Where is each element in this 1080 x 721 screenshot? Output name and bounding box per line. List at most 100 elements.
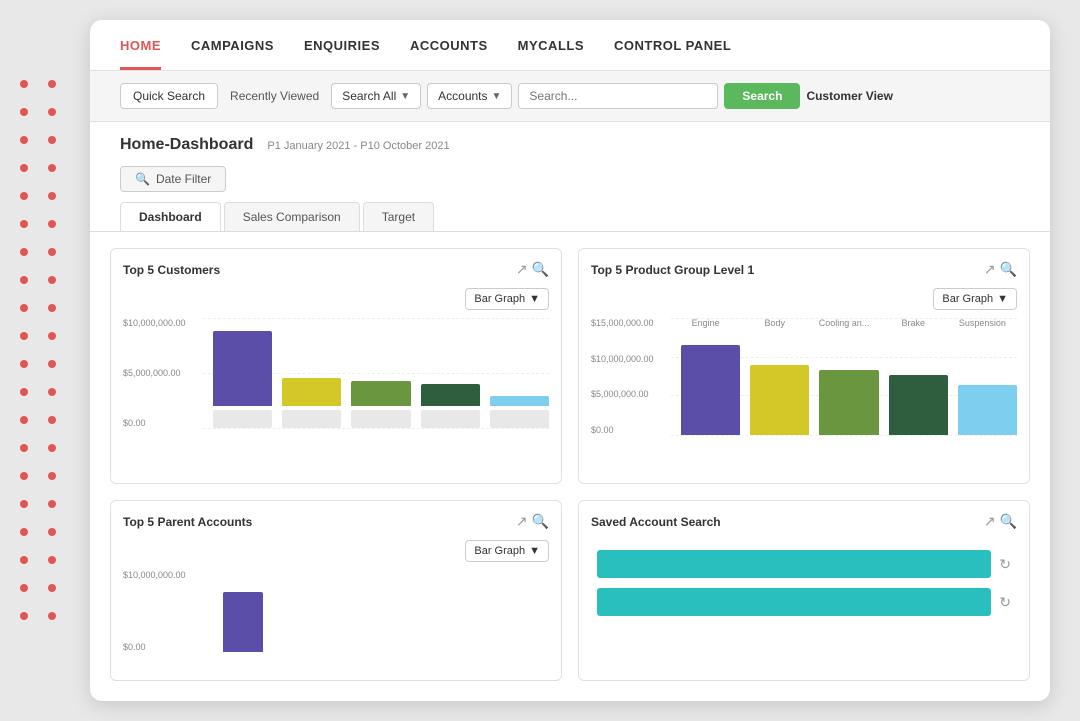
nav-home[interactable]: HOME: [120, 38, 161, 70]
recently-viewed-button[interactable]: Recently Viewed: [224, 84, 325, 108]
search-input[interactable]: [529, 89, 707, 103]
bar-chart-parent: $10,000,000.00 $0.00: [123, 570, 549, 660]
dot-4: [20, 136, 28, 144]
search-input-wrap: [518, 83, 718, 109]
y-label-3-product: $5,000,000.00: [591, 389, 654, 399]
tab-target[interactable]: Target: [363, 202, 434, 231]
bars-product: [671, 318, 1017, 463]
bar-1: [282, 378, 341, 406]
bar-label-2: [351, 410, 410, 428]
chart-type-product: Bar Graph ▼: [591, 288, 1017, 310]
y-label-top-customers: $10,000,000.00: [123, 318, 186, 328]
y-label-bot-customers: $0.00: [123, 418, 186, 428]
chart-icon-arrow-product[interactable]: ↗: [984, 261, 996, 278]
bar-label-3: [421, 410, 480, 428]
y-axis-parent: $10,000,000.00 $0.00: [123, 570, 186, 660]
dot-17: [48, 304, 56, 312]
y-label-2-product: $10,000,000.00: [591, 354, 654, 364]
accounts-label: Accounts: [438, 89, 487, 103]
dot-5: [48, 136, 56, 144]
nav-control-panel[interactable]: CONTROL PANEL: [614, 38, 731, 70]
dot-6: [20, 164, 28, 172]
dot-29: [48, 472, 56, 480]
nav-campaigns[interactable]: CAMPAIGNS: [191, 38, 274, 70]
bar-0: [213, 331, 272, 406]
chart-title-product: Top 5 Product Group Level 1: [591, 263, 754, 277]
chart-type-dropdown-customers[interactable]: Bar Graph ▼: [465, 288, 549, 310]
chart-icon-arrow-saved[interactable]: ↗: [984, 513, 996, 530]
search-all-dropdown[interactable]: Search All ▼: [331, 83, 421, 109]
dot-15: [48, 276, 56, 284]
bar-chart-customers: $10,000,000.00 $5,000,000.00 $0.00: [123, 318, 549, 448]
dashboard-title: Home-Dashboard: [120, 136, 253, 154]
refresh-icon-1[interactable]: ↻: [999, 594, 1011, 611]
bar-prod-2: [819, 370, 878, 435]
bars-customers: [203, 318, 549, 448]
dot-19: [48, 332, 56, 340]
quick-search-button[interactable]: Quick Search: [120, 83, 218, 109]
refresh-icon-0[interactable]: ↻: [999, 556, 1011, 573]
chart-icon-arrow-parent[interactable]: ↗: [516, 513, 528, 530]
dot-36: [20, 584, 28, 592]
chart-title-customers: Top 5 Customers: [123, 263, 220, 277]
dot-34: [20, 556, 28, 564]
tab-sales-comparison[interactable]: Sales Comparison: [224, 202, 360, 231]
dot-39: [48, 612, 56, 620]
dot-9: [48, 192, 56, 200]
y-label-mid-customers: $5,000,000.00: [123, 368, 186, 378]
chart-top-customers: Top 5 Customers ↗ 🔍 Bar Graph ▼ $10,000,…: [110, 248, 562, 484]
chart-grid: Top 5 Customers ↗ 🔍 Bar Graph ▼ $10,000,…: [90, 248, 1050, 701]
chart-icon-zoom-customers[interactable]: 🔍: [532, 261, 549, 278]
bar-parent-0: [223, 592, 263, 652]
dot-background: [0, 0, 90, 720]
accounts-dropdown[interactable]: Accounts ▼: [427, 83, 512, 109]
y-label-bot-product: $0.00: [591, 425, 654, 435]
chart-type-dropdown-product[interactable]: Bar Graph ▼: [933, 288, 1017, 310]
bar-col-4: [490, 396, 549, 428]
top-nav: HOME CAMPAIGNS ENQUIRIES ACCOUNTS MYCALL…: [90, 20, 1050, 71]
bar-prod-1: [750, 365, 809, 435]
chart-icon-zoom-parent[interactable]: 🔍: [532, 513, 549, 530]
dot-10: [20, 220, 28, 228]
chart-type-parent: Bar Graph ▼: [123, 540, 549, 562]
nav-accounts[interactable]: ACCOUNTS: [410, 38, 488, 70]
date-filter-button[interactable]: 🔍 Date Filter: [120, 166, 226, 192]
nav-enquiries[interactable]: ENQUIRIES: [304, 38, 380, 70]
saved-bar-0: [597, 550, 991, 578]
dot-0: [20, 80, 28, 88]
chart-header-saved: Saved Account Search ↗ 🔍: [591, 513, 1017, 530]
dot-27: [48, 444, 56, 452]
search-button[interactable]: Search: [724, 83, 800, 109]
chart-saved-account: Saved Account Search ↗ 🔍 ↻ ↻: [578, 500, 1030, 681]
bar-chart-product: $15,000,000.00 $10,000,000.00 $5,000,000…: [591, 318, 1017, 463]
chart-type-arrow-parent: ▼: [529, 545, 540, 557]
bar-label-0: [213, 410, 272, 428]
dot-24: [20, 416, 28, 424]
tab-row: Dashboard Sales Comparison Target: [90, 202, 1050, 232]
bar-prod-3: [889, 375, 948, 435]
chart-type-dropdown-parent[interactable]: Bar Graph ▼: [465, 540, 549, 562]
bar-2: [351, 381, 410, 406]
chart-header-parent: Top 5 Parent Accounts ↗ 🔍: [123, 513, 549, 530]
dot-33: [48, 528, 56, 536]
nav-mycalls[interactable]: MYCALLS: [518, 38, 584, 70]
bar-parent-col-0: [213, 592, 272, 652]
dot-20: [20, 360, 28, 368]
bar-prod-0: [681, 345, 740, 435]
chart-title-parent: Top 5 Parent Accounts: [123, 515, 252, 529]
saved-bar-1: [597, 588, 991, 616]
chart-icon-zoom-saved[interactable]: 🔍: [1000, 513, 1017, 530]
date-filter-label: Date Filter: [156, 172, 211, 186]
dot-28: [20, 472, 28, 480]
customer-view-button[interactable]: Customer View: [806, 89, 892, 103]
chart-type-label-customers: Bar Graph: [474, 293, 525, 305]
chart-icons-customers: ↗ 🔍: [516, 261, 549, 278]
tab-dashboard[interactable]: Dashboard: [120, 202, 221, 231]
saved-bars-container: ↻ ↻: [591, 540, 1017, 626]
chart-icon-arrow-customers[interactable]: ↗: [516, 261, 528, 278]
dot-30: [20, 500, 28, 508]
dot-22: [20, 388, 28, 396]
saved-bar-row-0: ↻: [597, 550, 1011, 578]
bars-parent: [203, 570, 549, 660]
chart-icon-zoom-product[interactable]: 🔍: [1000, 261, 1017, 278]
